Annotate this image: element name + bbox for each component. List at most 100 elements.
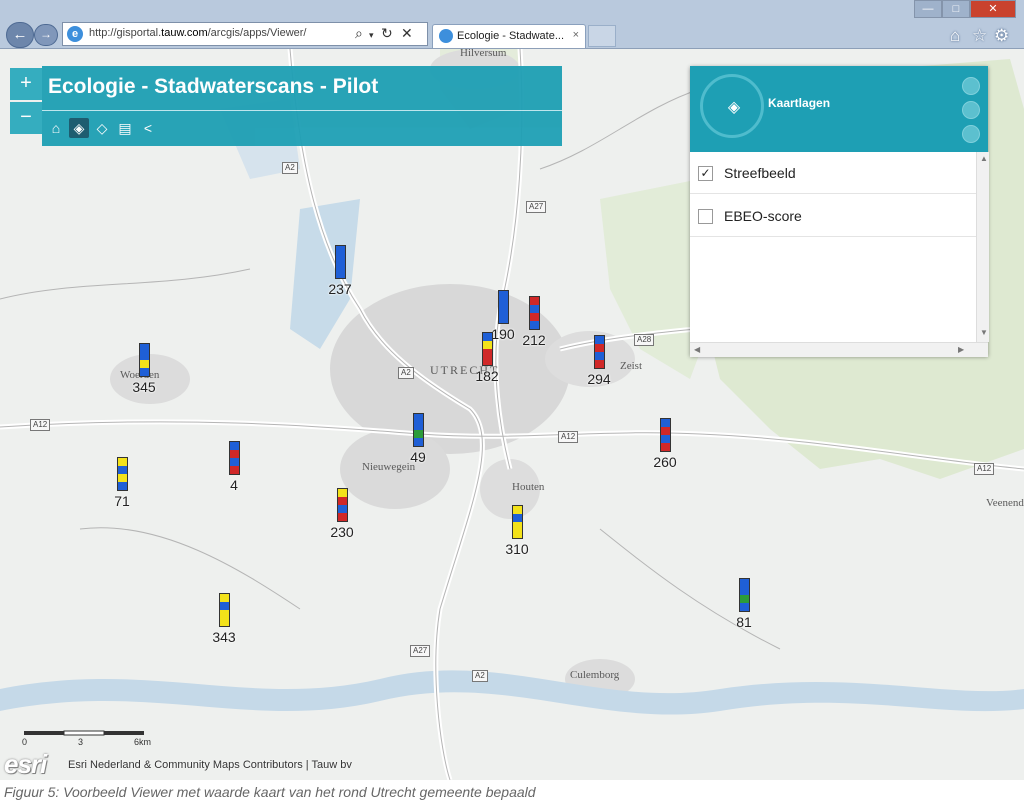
marker-segment bbox=[139, 344, 149, 352]
marker-label: 4 bbox=[230, 477, 238, 493]
url-text[interactable]: http://gisportal.tauw.com/arcgis/apps/Vi… bbox=[89, 27, 306, 39]
forward-arrow-icon: → bbox=[40, 27, 52, 41]
window-minimize-button[interactable]: — bbox=[914, 0, 942, 18]
marker-segment bbox=[337, 489, 347, 497]
vertical-scrollbar[interactable]: ▲ ▼ bbox=[976, 152, 989, 342]
map-marker[interactable]: 343 bbox=[201, 593, 247, 645]
layers-panel-header: ◈ Kaartlagen bbox=[690, 66, 988, 152]
marker-bar bbox=[228, 441, 240, 475]
map-marker[interactable]: 4 bbox=[211, 441, 257, 493]
marker-bar bbox=[738, 578, 750, 612]
marker-segment bbox=[498, 291, 508, 299]
marker-bar bbox=[528, 296, 540, 330]
horizontal-scrollbar[interactable]: ◀ ▶ bbox=[690, 342, 988, 357]
back-button[interactable]: ← bbox=[6, 22, 34, 48]
place-label: Culemborg bbox=[570, 669, 620, 681]
settings-gear-icon[interactable]: ⚙ bbox=[994, 26, 1009, 46]
place-label: Hilversum bbox=[460, 49, 507, 59]
zoom-in-button[interactable]: + bbox=[10, 68, 42, 100]
marker-segment bbox=[117, 474, 127, 482]
dropdown-icon[interactable]: ▾ bbox=[369, 30, 374, 41]
marker-segment bbox=[739, 587, 749, 595]
layer-row-streefbeeld[interactable]: ✓ Streefbeeld bbox=[690, 154, 978, 194]
marker-segment bbox=[529, 313, 539, 321]
marker-segment bbox=[335, 262, 345, 270]
marker-segment bbox=[529, 321, 539, 329]
map-marker[interactable]: 294 bbox=[576, 335, 622, 387]
home-icon[interactable]: ⌂ bbox=[46, 118, 66, 138]
marker-segment bbox=[482, 333, 492, 341]
app-title: Ecologie - Stadwaterscans - Pilot bbox=[48, 75, 379, 98]
marker-bar bbox=[659, 418, 671, 452]
marker-label: 230 bbox=[330, 524, 354, 540]
app-title-panel: Ecologie - Stadwaterscans - Pilot ⌂ ◈ ◇ … bbox=[42, 66, 562, 146]
marker-segment bbox=[335, 270, 345, 278]
map-marker[interactable]: 49 bbox=[395, 413, 441, 465]
marker-segment bbox=[498, 299, 508, 307]
stop-icon[interactable]: ✕ bbox=[401, 25, 413, 42]
map-marker[interactable]: 237 bbox=[317, 245, 363, 297]
marker-segment bbox=[482, 341, 492, 349]
marker-segment bbox=[413, 422, 423, 430]
map-marker[interactable]: 260 bbox=[642, 418, 688, 470]
panel-close-button[interactable] bbox=[962, 77, 980, 95]
map-marker[interactable]: 345 bbox=[121, 343, 167, 395]
marker-segment bbox=[139, 352, 149, 360]
print-icon[interactable]: ▤ bbox=[115, 118, 135, 138]
marker-segment bbox=[660, 435, 670, 443]
marker-segment bbox=[739, 595, 749, 603]
layer-checkbox[interactable]: ✓ bbox=[698, 166, 713, 181]
map-marker[interactable]: 182 bbox=[464, 332, 510, 384]
marker-segment bbox=[739, 579, 749, 587]
window-close-button[interactable]: ✕ bbox=[970, 0, 1016, 18]
scroll-up-icon[interactable]: ▲ bbox=[980, 154, 988, 163]
marker-segment bbox=[512, 514, 522, 522]
scroll-down-icon[interactable]: ▼ bbox=[980, 328, 988, 337]
share-icon[interactable]: < bbox=[138, 118, 158, 138]
zoom-out-button[interactable]: − bbox=[10, 102, 42, 134]
marker-segment bbox=[498, 307, 508, 315]
scroll-left-icon[interactable]: ◀ bbox=[694, 345, 700, 354]
marker-label: 294 bbox=[587, 371, 611, 387]
layer-checkbox[interactable] bbox=[698, 209, 713, 224]
road-shield: A2 bbox=[398, 367, 414, 379]
marker-label: 260 bbox=[653, 454, 677, 470]
marker-bar bbox=[593, 335, 605, 369]
panel-button[interactable] bbox=[962, 125, 980, 143]
marker-segment bbox=[219, 594, 229, 602]
map-marker[interactable]: 71 bbox=[99, 457, 145, 509]
marker-label: 310 bbox=[505, 541, 529, 557]
tab-title: Ecologie - Stadwate... bbox=[457, 30, 565, 42]
map-marker[interactable]: 230 bbox=[319, 488, 365, 540]
map-attribution: Esri Nederland & Community Maps Contribu… bbox=[68, 759, 352, 771]
panel-button[interactable] bbox=[962, 101, 980, 119]
forward-button[interactable]: → bbox=[34, 24, 58, 46]
map-marker[interactable]: 81 bbox=[721, 578, 767, 630]
marker-segment bbox=[660, 443, 670, 451]
marker-label: 345 bbox=[132, 379, 156, 395]
marker-segment bbox=[229, 458, 239, 466]
new-tab-button[interactable] bbox=[588, 25, 616, 47]
marker-segment bbox=[482, 357, 492, 365]
browser-tab[interactable]: Ecologie - Stadwate... × bbox=[432, 24, 586, 48]
layer-row-ebeo-score[interactable]: EBEO-score bbox=[690, 197, 978, 237]
layers-icon-circle: ◈ bbox=[700, 74, 764, 138]
window-maximize-button[interactable]: □ bbox=[942, 0, 970, 18]
place-label: Zeist bbox=[620, 360, 642, 372]
home-icon[interactable]: ⌂ bbox=[950, 26, 960, 46]
address-bar[interactable]: e http://gisportal.tauw.com/arcgis/apps/… bbox=[62, 22, 428, 46]
map-marker[interactable]: 212 bbox=[511, 296, 557, 348]
marker-segment bbox=[335, 254, 345, 262]
marker-segment bbox=[117, 458, 127, 466]
scroll-right-icon[interactable]: ▶ bbox=[958, 345, 964, 354]
refresh-icon[interactable]: ↻ bbox=[381, 25, 393, 42]
marker-label: 343 bbox=[212, 629, 236, 645]
basemap-icon[interactable]: ◇ bbox=[92, 118, 112, 138]
scale-label: 6km bbox=[134, 737, 152, 747]
tab-close-icon[interactable]: × bbox=[573, 29, 579, 41]
layers-icon[interactable]: ◈ bbox=[69, 118, 89, 138]
road-shield: A28 bbox=[634, 334, 655, 346]
favorites-star-icon[interactable]: ☆ bbox=[972, 26, 987, 46]
map-marker[interactable]: 310 bbox=[494, 505, 540, 557]
search-icon[interactable]: ⌕ bbox=[355, 25, 363, 42]
